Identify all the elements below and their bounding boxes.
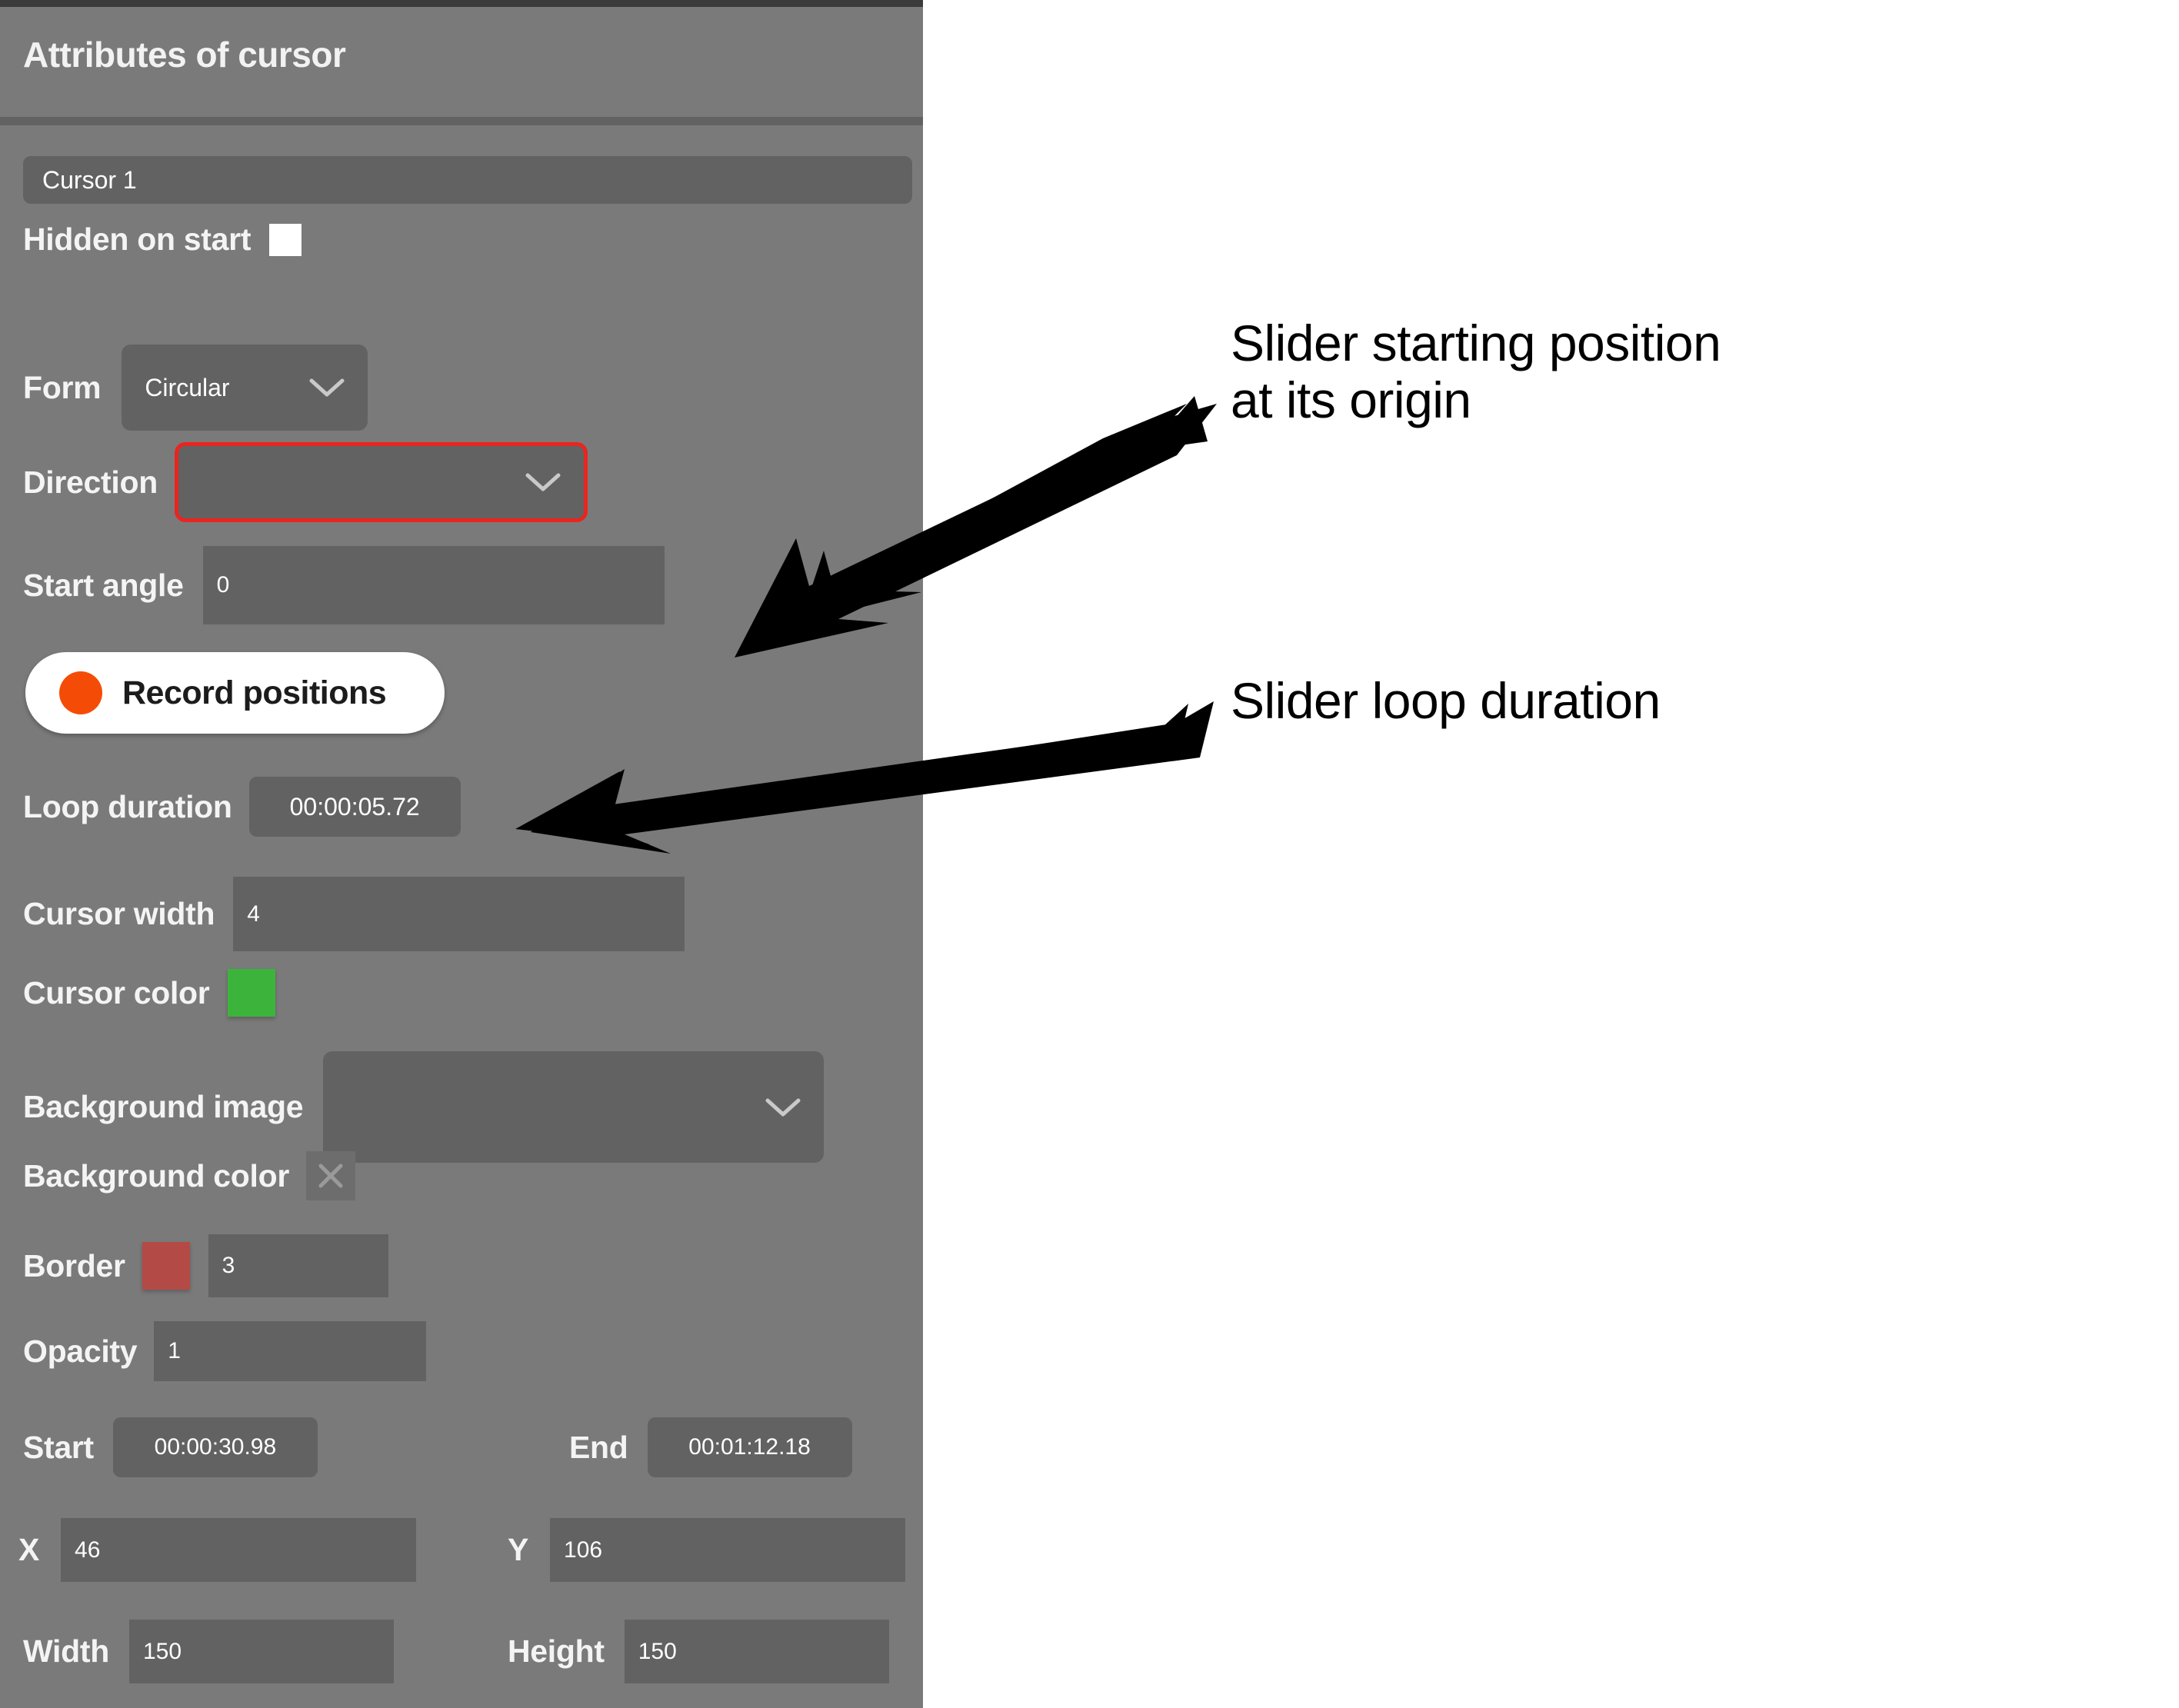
annotation-label-loop-duration: Slider loop duration (1231, 672, 1661, 729)
record-positions-button[interactable]: Record positions (25, 652, 445, 734)
start-angle-field[interactable]: 0 (202, 546, 665, 624)
panel-header-divider (0, 117, 923, 125)
x-position-label: X (18, 1532, 40, 1567)
height-row: Height 150 (508, 1620, 889, 1683)
cursor-color-swatch[interactable] (228, 969, 276, 1017)
width-row: Width 150 (23, 1620, 394, 1683)
background-image-dropdown[interactable] (323, 1051, 825, 1163)
start-angle-row: Start angle 0 (23, 546, 665, 624)
border-row: Border 3 (23, 1234, 388, 1297)
close-x-icon[interactable] (306, 1151, 356, 1200)
height-label: Height (508, 1633, 605, 1669)
hidden-on-start-checkbox[interactable] (269, 223, 302, 256)
end-time-field[interactable]: 00:01:12.18 (647, 1417, 852, 1477)
cursor-name-input[interactable]: Cursor 1 (23, 156, 912, 204)
start-angle-label: Start angle (23, 567, 184, 603)
start-time-field[interactable]: 00:00:30.98 (112, 1417, 318, 1477)
record-positions-label: Record positions (122, 674, 387, 711)
width-field[interactable]: 150 (128, 1620, 394, 1683)
hidden-on-start-row: Hidden on start (23, 221, 302, 258)
width-label: Width (23, 1633, 109, 1669)
x-position-row: X 46 (18, 1518, 417, 1582)
cursor-width-row: Cursor width 4 (23, 877, 685, 951)
opacity-row: Opacity 1 (23, 1321, 427, 1381)
form-dropdown[interactable]: Circular (122, 345, 368, 431)
background-color-label: Background color (23, 1157, 290, 1194)
panel-title: Attributes of cursor (23, 35, 346, 75)
loop-duration-label: Loop duration (23, 788, 232, 824)
form-label: Form (23, 369, 102, 405)
form-row: Form Circular (23, 345, 368, 431)
start-time-row: Start 00:00:30.98 (23, 1417, 318, 1477)
height-field[interactable]: 150 (624, 1620, 889, 1683)
background-color-row: Background color (23, 1151, 356, 1200)
cursor-width-field[interactable]: 4 (233, 877, 685, 951)
background-image-label: Background image (23, 1089, 304, 1124)
direction-row: Direction (23, 442, 588, 522)
screenshot-root: Attributes of cursor Cursor 1 Hidden on … (0, 0, 2179, 1708)
cursor-attributes-panel: Attributes of cursor Cursor 1 Hidden on … (0, 0, 923, 1708)
loop-duration-field[interactable]: 00:00:05.72 (248, 777, 461, 837)
y-position-label: Y (508, 1532, 529, 1567)
direction-dropdown[interactable] (175, 442, 588, 522)
direction-label: Direction (23, 464, 158, 500)
annotation-label-start-angle: Slider starting position at its origin (1231, 315, 1721, 428)
background-image-row: Background image (23, 1051, 825, 1163)
chevron-down-icon (765, 1097, 801, 1117)
panel-top-bar (0, 0, 923, 7)
hidden-on-start-label: Hidden on start (23, 221, 252, 257)
cursor-width-label: Cursor width (23, 896, 215, 931)
record-dot-icon (59, 671, 102, 714)
end-time-label: End (569, 1429, 628, 1465)
loop-duration-row: Loop duration 00:00:05.72 (23, 777, 461, 837)
cursor-color-label: Cursor color (23, 974, 210, 1010)
opacity-label: Opacity (23, 1333, 138, 1369)
opacity-field[interactable]: 1 (154, 1321, 427, 1381)
x-position-field[interactable]: 46 (61, 1518, 417, 1582)
y-position-field[interactable]: 106 (550, 1518, 906, 1582)
start-time-label: Start (23, 1429, 94, 1465)
border-color-swatch[interactable] (142, 1242, 190, 1290)
y-position-row: Y 106 (508, 1518, 906, 1582)
chevron-down-icon (309, 378, 345, 398)
end-time-row: End 00:01:12.18 (569, 1417, 852, 1477)
border-label: Border (23, 1247, 125, 1283)
border-width-field[interactable]: 3 (208, 1234, 388, 1297)
form-dropdown-value: Circular (145, 373, 230, 401)
chevron-down-icon (525, 472, 561, 492)
cursor-color-row: Cursor color (23, 969, 276, 1017)
